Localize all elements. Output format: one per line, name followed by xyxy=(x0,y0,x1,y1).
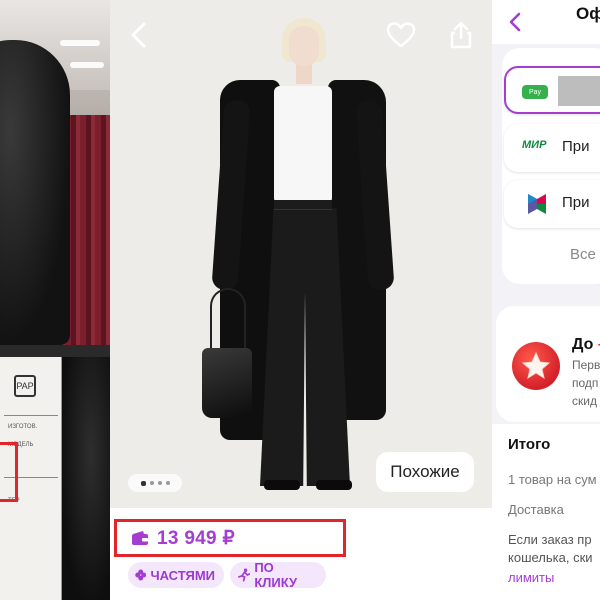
running-icon xyxy=(238,568,251,582)
masked-card-number xyxy=(558,76,600,106)
summary-title: Итого xyxy=(508,436,551,453)
left-photo-panel: PAP ИЗГОТОВ. МОДЕЛЬ ТЕР xyxy=(0,0,110,600)
price: 13 949 ₽ xyxy=(157,527,235,549)
payment-option-wallet[interactable]: Pay xyxy=(504,66,600,114)
promo-title: До – xyxy=(572,336,600,354)
promo-title-prefix: До xyxy=(572,336,594,353)
ceiling-light xyxy=(60,40,100,46)
summary-items: 1 товар на сум xyxy=(508,472,597,487)
limits-link[interactable]: лимиты xyxy=(508,570,554,585)
checkout-back-button[interactable] xyxy=(506,10,530,34)
promo-line: скид xyxy=(572,394,597,408)
order-summary: Итого 1 товар на сум Доставка Если заказ… xyxy=(492,424,600,600)
wallet-icon xyxy=(132,531,148,545)
shoe xyxy=(264,480,300,490)
installments-chip[interactable]: ЧАСТЯМИ xyxy=(128,562,224,588)
label-text-1: ИЗГОТОВ. xyxy=(8,424,38,430)
red-highlight-box xyxy=(0,442,18,502)
belt xyxy=(274,200,332,210)
summary-note: кошелька, ски xyxy=(508,550,593,565)
star-icon xyxy=(521,351,551,380)
share-icon xyxy=(450,21,472,49)
label-divider xyxy=(4,415,58,416)
back-button[interactable] xyxy=(122,18,156,52)
pagination-dot[interactable] xyxy=(165,481,170,485)
care-label: PAP ИЗГОТОВ. МОДЕЛЬ ТЕР xyxy=(0,357,62,600)
payment-option-label: При xyxy=(562,138,590,155)
promo-line: Перв xyxy=(572,358,600,372)
pagination-dot[interactable] xyxy=(149,481,154,485)
fur-texture xyxy=(62,357,110,600)
heart-icon xyxy=(386,22,416,48)
handbag xyxy=(202,348,252,418)
product-screen: Похожие 13 949 ₽ ЧАСТЯМИ ПО КЛИКУ xyxy=(110,0,492,600)
summary-delivery: Доставка xyxy=(508,502,564,517)
product-image[interactable]: Похожие xyxy=(110,0,492,508)
payment-option-mir[interactable]: МИР При xyxy=(504,124,600,172)
share-button[interactable] xyxy=(444,18,478,52)
all-payment-methods-link[interactable]: Все xyxy=(570,246,596,263)
promo-card[interactable]: До – Перв подп скид xyxy=(496,306,600,422)
checkout-title: Оф xyxy=(576,4,600,23)
recycle-icon: PAP xyxy=(14,375,36,397)
shoe xyxy=(316,480,352,490)
pagination-dot[interactable] xyxy=(140,480,146,486)
gallery-pagination xyxy=(128,474,182,492)
chevron-left-icon xyxy=(131,22,146,48)
label-icon-text: PAP xyxy=(16,381,34,391)
mir-logo: МИР xyxy=(522,139,547,151)
checkout-header: Оф xyxy=(492,0,600,44)
installments-label: ЧАСТЯМИ xyxy=(150,567,215,583)
tshirt xyxy=(274,86,332,204)
trousers xyxy=(260,208,350,486)
fur-coat-photo xyxy=(0,40,70,345)
favorite-button[interactable] xyxy=(384,18,418,52)
checkout-screen: Оф Pay МИР При При Все До – Перв подп ск… xyxy=(492,0,600,600)
payment-option-label: При xyxy=(562,194,590,211)
promo-line: подп xyxy=(572,376,599,390)
one-click-chip[interactable]: ПО КЛИКУ xyxy=(230,560,326,590)
similar-button[interactable]: Похожие xyxy=(376,452,474,492)
one-click-label: ПО КЛИКУ xyxy=(254,560,298,590)
store-photo xyxy=(0,0,110,345)
payment-option-sbp[interactable]: При xyxy=(504,180,600,228)
sbp-icon xyxy=(528,194,546,214)
pagination-dot[interactable] xyxy=(157,481,162,485)
model-face xyxy=(289,26,319,66)
parts-icon xyxy=(135,569,147,581)
ceiling-light xyxy=(70,62,104,68)
pay-badge: Pay xyxy=(522,85,548,99)
summary-note: Если заказ пр xyxy=(508,532,592,547)
price-highlight: 13 949 ₽ xyxy=(114,519,346,557)
chevron-left-icon xyxy=(509,12,521,32)
label-photo: PAP ИЗГОТОВ. МОДЕЛЬ ТЕР xyxy=(0,345,110,600)
bag-handle xyxy=(210,288,246,354)
star-badge-icon xyxy=(512,342,560,390)
promo-title-accent: – xyxy=(593,336,600,353)
